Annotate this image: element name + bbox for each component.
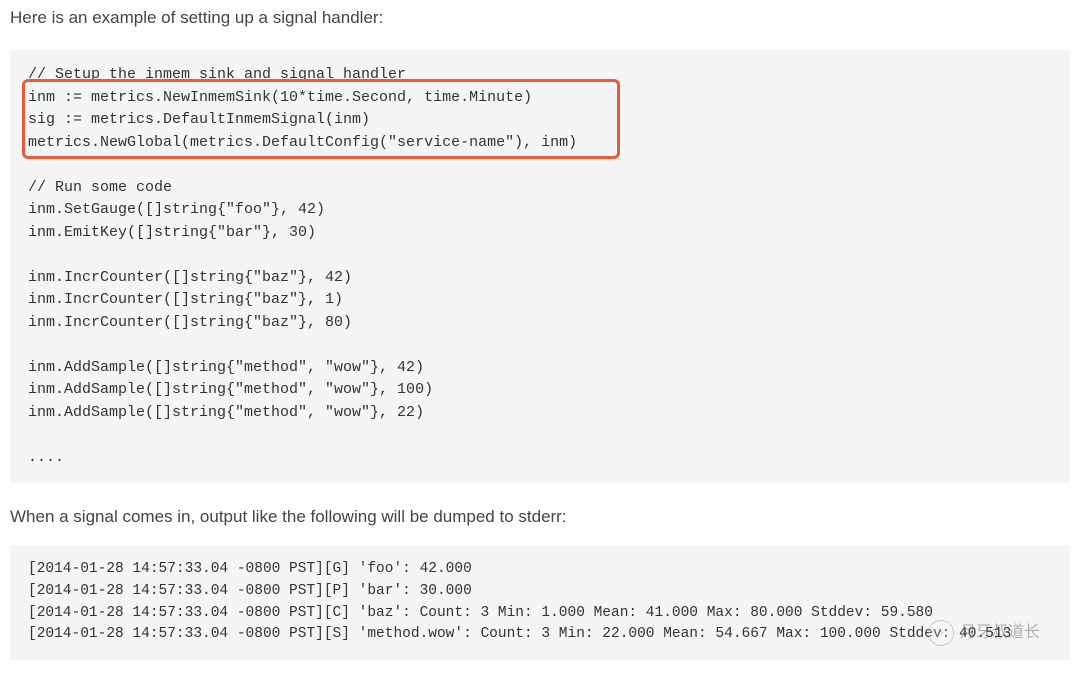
code-line: inm.IncrCounter([]string{"baz"}, 80) [28, 314, 352, 331]
code-line: inm.IncrCounter([]string{"baz"}, 1) [28, 291, 343, 308]
code-line: [2014-01-28 14:57:33.04 -0800 PST][C] 'b… [28, 605, 933, 621]
code-line: inm.SetGauge([]string{"foo"}, 42) [28, 201, 325, 218]
code-block-example: // Setup the inmem sink and signal handl… [10, 50, 1070, 483]
code-line: inm.AddSample([]string{"method", "wow"},… [28, 404, 424, 421]
code-line: inm.IncrCounter([]string{"baz"}, 42) [28, 269, 352, 286]
code-line: .... [28, 449, 64, 466]
intro-paragraph: Here is an example of setting up a signa… [10, 8, 1070, 28]
code-line: // Run some code [28, 179, 172, 196]
code-line: // Setup the inmem sink and signal handl… [28, 66, 406, 83]
code-block-output: [2014-01-28 14:57:33.04 -0800 PST][G] 'f… [10, 545, 1070, 660]
middle-paragraph: When a signal comes in, output like the … [10, 507, 1070, 527]
code-line: [2014-01-28 14:57:33.04 -0800 PST][G] 'f… [28, 561, 472, 577]
code-line: sig := metrics.DefaultInmemSignal(inm) [28, 111, 370, 128]
code-line: inm := metrics.NewInmemSink(10*time.Seco… [28, 89, 532, 106]
code-line: inm.AddSample([]string{"method", "wow"},… [28, 381, 433, 398]
code-line: inm.AddSample([]string{"method", "wow"},… [28, 359, 424, 376]
code-line: [2014-01-28 14:57:33.04 -0800 PST][P] 'b… [28, 583, 472, 599]
code-line: inm.EmitKey([]string{"bar"}, 30) [28, 224, 316, 241]
code-line: metrics.NewGlobal(metrics.DefaultConfig(… [28, 134, 577, 151]
code-line: [2014-01-28 14:57:33.04 -0800 PST][S] 'm… [28, 626, 1011, 642]
